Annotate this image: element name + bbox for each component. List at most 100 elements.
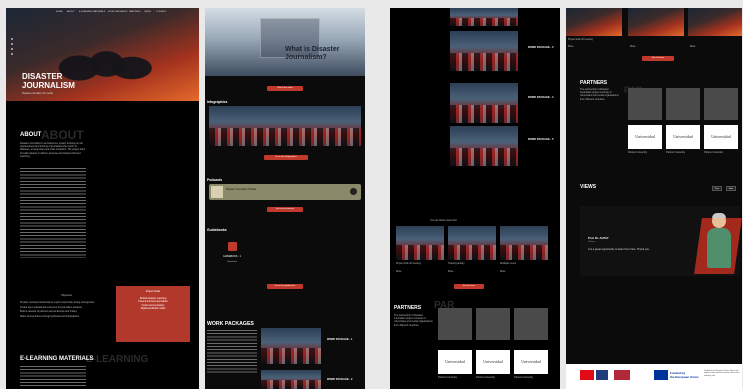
partner-logo-university[interactable]: Universidad: [438, 350, 472, 374]
podcasts-heading: Podcasts: [207, 178, 223, 182]
page-column-4: Project kick-off meeting More More More …: [566, 8, 742, 389]
news-more-link-1[interactable]: More: [396, 270, 401, 273]
page-column-3: WORK PACKAGE - 3 WORK PACKAGE - 4 WORK P…: [390, 8, 560, 389]
nav-elearning[interactable]: E-LEARNING MATERIALS: [79, 11, 105, 13]
hero-title-1: DISASTER: [22, 72, 63, 81]
guidebooks-button[interactable]: Go to the guidebooks: [267, 284, 303, 289]
news-card-image-1[interactable]: [396, 226, 444, 260]
partner-logo-slot[interactable]: [628, 88, 662, 120]
news-image[interactable]: [688, 8, 742, 36]
nav-partners[interactable]: PARTNERS: [129, 11, 141, 13]
top-nav: HOME ABOUT E-LEARNING MATERIALS WORK PAC…: [56, 11, 196, 15]
podcasts-button[interactable]: Go to the podcasts: [267, 207, 303, 212]
book-icon: [227, 242, 237, 251]
about-intro: Disaster Journalism is an Erasmus+ proje…: [20, 142, 86, 158]
nav-about[interactable]: ABOUT: [67, 11, 75, 13]
news-more-link-2[interactable]: More: [448, 270, 453, 273]
footer-disclaimer: Funded by the European Union. Views and …: [704, 370, 740, 377]
guidebook-card[interactable]: GUIDEBOOK - 1 Download: [221, 242, 243, 272]
partner-logo-text: Universidad: [711, 134, 731, 139]
video-thumbnail[interactable]: What is Disaster Journalism?: [205, 8, 365, 76]
infographics-heading: Infographics: [207, 100, 228, 104]
views-next-button[interactable]: Next: [726, 186, 736, 191]
slide-dot[interactable]: [11, 43, 13, 45]
news-card-image-2[interactable]: [448, 226, 496, 260]
podcast-player[interactable]: Disaster Journalism Podcast: [209, 184, 361, 200]
podcast-play-icon[interactable]: [350, 188, 357, 195]
testimonial-card: Prof. Dr. ALPAY Partner It is a great op…: [580, 206, 742, 276]
podcast-episode-title: Disaster Journalism Podcast: [226, 188, 257, 191]
about-bullet-list: Prepare media professionals to report re…: [20, 301, 115, 318]
views-prev-button[interactable]: Prev: [712, 186, 722, 191]
about-bullet: Create open educational resources for jo…: [20, 305, 82, 309]
partner-label: Partner University: [476, 376, 495, 379]
work-package-2-label[interactable]: WORK PACKAGE - 2: [327, 378, 361, 381]
partner-label: Partner University: [438, 376, 457, 379]
partner-logo-slot[interactable]: [476, 308, 510, 340]
guidebook-download-link[interactable]: Download: [221, 261, 243, 263]
news-more-link[interactable]: More: [630, 45, 635, 48]
news-card-title[interactable]: Project kick-off meeting: [568, 38, 593, 41]
nav-home[interactable]: HOME: [56, 11, 63, 13]
work-packages-heading: WORK PACKAGES: [207, 321, 254, 327]
page-column-1: HOME ABOUT E-LEARNING MATERIALS WORK PAC…: [6, 8, 199, 389]
partner-logo-university[interactable]: Universidad: [514, 350, 548, 374]
partner-logo-text: Universidad: [445, 359, 465, 364]
news-image[interactable]: [628, 8, 684, 36]
see-all-news-button[interactable]: See all news: [454, 284, 484, 289]
work-package-2-image[interactable]: [261, 370, 321, 389]
red-box-item: Digital verification skills: [140, 306, 166, 310]
news-more-link-3[interactable]: More: [500, 270, 505, 273]
podcast-cover: [211, 186, 223, 198]
work-package-1-label[interactable]: WORK PACKAGE - 1: [327, 338, 361, 341]
partner-logo-university[interactable]: Universidad: [476, 350, 510, 374]
infographics-button[interactable]: Go to the infographics: [264, 155, 308, 160]
work-package-image[interactable]: [450, 8, 518, 26]
nav-contact[interactable]: CONTACT: [156, 11, 166, 13]
elearning-filler-text: [20, 366, 86, 386]
news-card-image-3[interactable]: [500, 226, 548, 260]
partner-logo-text: Universidad: [673, 134, 693, 139]
slide-dot[interactable]: [11, 48, 13, 50]
news-more-link[interactable]: More: [690, 45, 695, 48]
news-card-title-2[interactable]: Training activity: [448, 262, 465, 265]
work-package-3-image[interactable]: [450, 31, 518, 71]
partner-logo-slot[interactable]: [514, 308, 548, 340]
news-header: You can follow news from: [430, 219, 458, 222]
news-image[interactable]: [566, 8, 622, 36]
partner-logo-slot[interactable]: [666, 88, 700, 120]
nav-work-packages[interactable]: WORK PACKAGES: [108, 11, 127, 13]
work-package-1-image[interactable]: [261, 328, 321, 364]
work-package-5-label[interactable]: WORK PACKAGE - 5: [528, 138, 558, 141]
work-package-5-image[interactable]: [450, 126, 518, 166]
partner-logo-university[interactable]: Universidad: [666, 125, 700, 149]
objectives-title: Objectives: [61, 294, 73, 297]
partner-label: Partner University: [704, 151, 723, 154]
about-bullet: Build a network of partners across Europ…: [20, 310, 78, 314]
news-card-title-3[interactable]: Multiplier event: [500, 262, 516, 265]
infographics-image[interactable]: [209, 106, 361, 146]
nav-views[interactable]: VIEWS: [144, 11, 151, 13]
partner-label: Partner University: [666, 151, 685, 154]
partner-logo-slot[interactable]: [704, 88, 738, 120]
partner-logo-text: Universidad: [483, 359, 503, 364]
watch-video-button[interactable]: Watch the video: [267, 86, 303, 91]
slide-dot[interactable]: [11, 38, 13, 40]
work-package-4-image[interactable]: [450, 83, 518, 123]
hero-banner: HOME ABOUT E-LEARNING MATERIALS WORK PAC…: [6, 8, 199, 101]
work-package-4-label[interactable]: WORK PACKAGE - 4: [528, 96, 558, 99]
video-title: What is Disaster Journalism?: [285, 46, 340, 61]
see-all-news-button[interactable]: See all news: [642, 56, 674, 61]
partner-logo-text: Universidad: [635, 134, 655, 139]
partners-text: The partnership of Disaster Journalism p…: [394, 314, 433, 327]
work-package-3-label[interactable]: WORK PACKAGE - 3: [528, 46, 558, 49]
about-filler-text: [20, 168, 86, 258]
partner-logo-university[interactable]: Universidad: [628, 125, 662, 149]
partner-logo-university[interactable]: Universidad: [704, 125, 738, 149]
about-bullet: Prepare media professionals to report re…: [20, 301, 95, 304]
turkey-flag-logo: [580, 370, 594, 380]
news-card-title-1[interactable]: Project kick-off meeting: [396, 262, 421, 265]
news-more-link[interactable]: More: [568, 45, 573, 48]
partner-logo-slot[interactable]: [438, 308, 472, 340]
slide-dot[interactable]: [11, 53, 13, 55]
